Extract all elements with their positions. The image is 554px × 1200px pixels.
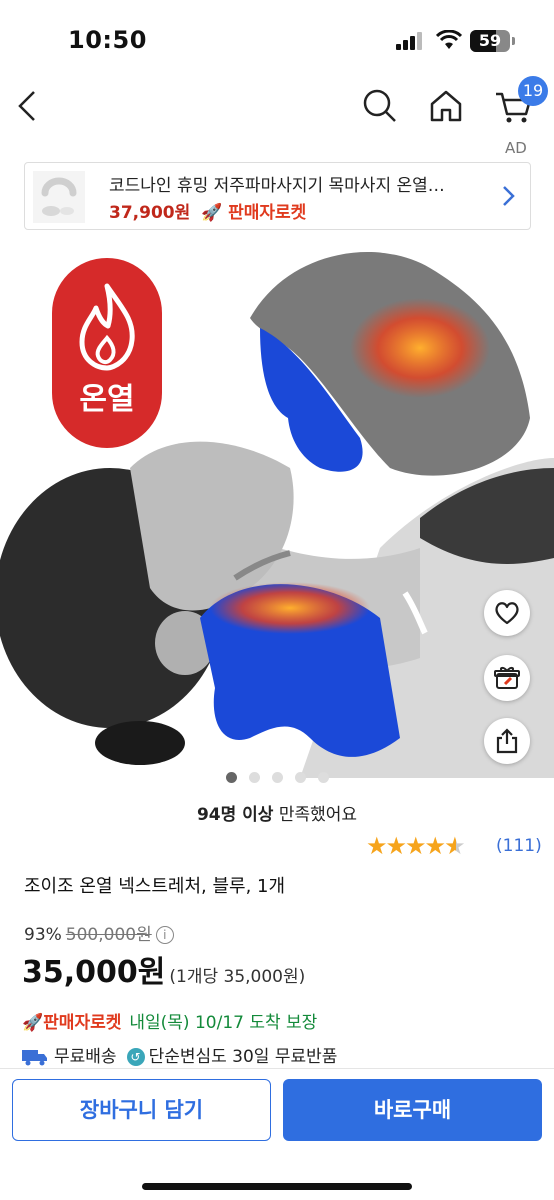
buy-now-button[interactable]: 바로구매 bbox=[283, 1079, 542, 1141]
star-icon: ★ bbox=[385, 832, 407, 860]
star-icon: ★ bbox=[366, 832, 387, 860]
product-rating[interactable]: ★★★★★ (111) bbox=[366, 832, 542, 860]
home-icon[interactable] bbox=[426, 86, 466, 126]
ad-price: 37,900원 bbox=[109, 203, 191, 223]
cart-count-badge: 19 bbox=[518, 76, 548, 106]
delivery-info: 🚀판매자로켓 내일(목) 10/17 도착 보장 bbox=[22, 1008, 317, 1033]
battery-level: 59 bbox=[478, 31, 502, 50]
arrival-date: 내일(목) 10/17 도착 보장 bbox=[129, 1013, 318, 1033]
heart-icon bbox=[495, 602, 519, 625]
ad-rocket-badge: 🚀 판매자로켓 bbox=[201, 203, 307, 223]
carousel-indicator bbox=[226, 768, 341, 783]
share-icon bbox=[496, 728, 518, 754]
wifi-icon bbox=[436, 30, 462, 49]
chevron-right-icon[interactable] bbox=[495, 183, 521, 209]
return-icon: ↺ bbox=[126, 1048, 145, 1066]
ad-label: AD bbox=[505, 139, 527, 157]
signal-icon bbox=[396, 32, 422, 50]
rocket-delivery-badge: 🚀판매자로켓 bbox=[22, 1013, 122, 1033]
carousel-dot[interactable] bbox=[295, 772, 306, 783]
back-arrow-icon[interactable] bbox=[10, 86, 50, 126]
product-image[interactable]: 온열 bbox=[0, 238, 554, 778]
status-bar: 10:50 59 bbox=[0, 0, 554, 70]
satisfaction-label: 만족했어요 bbox=[273, 805, 358, 825]
add-to-cart-button[interactable]: 장바구니 담기 bbox=[12, 1079, 271, 1141]
original-price: 500,000원 bbox=[65, 925, 152, 945]
heat-badge-text: 온열 bbox=[79, 382, 135, 417]
free-return: 단순변심도 30일 무료반품 bbox=[148, 1047, 338, 1067]
top-nav: 19 bbox=[0, 76, 554, 140]
truck-icon bbox=[22, 1050, 47, 1066]
heat-badge: 온열 bbox=[52, 258, 162, 448]
price-row: 35,000원 (1개당 35,000원) bbox=[22, 947, 305, 991]
flame-icon bbox=[79, 283, 135, 371]
carousel-dot[interactable] bbox=[272, 772, 283, 783]
satisfaction-text: 94명 이상 만족했어요 bbox=[0, 800, 554, 825]
search-icon[interactable] bbox=[360, 86, 400, 126]
gift-rocket-icon bbox=[494, 667, 520, 689]
carousel-dot[interactable] bbox=[318, 772, 329, 783]
sale-price: 35,000원 bbox=[22, 955, 166, 990]
discount-row: 93% 500,000원 i bbox=[24, 920, 174, 945]
wishlist-button[interactable] bbox=[484, 590, 530, 636]
ad-product-thumbnail bbox=[33, 171, 85, 223]
battery-icon: 59 bbox=[470, 30, 510, 52]
carousel-dot[interactable] bbox=[249, 772, 260, 783]
review-count[interactable]: (111) bbox=[496, 836, 542, 856]
unit-price: (1개당 35,000원) bbox=[169, 967, 306, 987]
ad-banner[interactable]: 코드나인 휴밍 저주파마사지기 목마사지 온열… 37,900원 🚀 판매자로켓 bbox=[24, 162, 531, 230]
discount-rate: 93% bbox=[24, 925, 62, 945]
star-icon: ★ bbox=[405, 832, 426, 860]
satisfaction-count: 94명 이상 bbox=[196, 805, 274, 825]
status-time: 10:50 bbox=[68, 26, 147, 54]
shipping-features: 무료배송 ↺ 단순변심도 30일 무료반품 bbox=[22, 1042, 337, 1067]
info-icon[interactable]: i bbox=[155, 926, 174, 944]
share-button[interactable] bbox=[484, 718, 530, 764]
home-indicator bbox=[142, 1183, 412, 1190]
star-half-icon: ★ bbox=[444, 832, 465, 860]
free-shipping: 무료배송 bbox=[54, 1047, 117, 1067]
ad-title: 코드나인 휴밍 저주파마사지기 목마사지 온열… bbox=[109, 176, 445, 196]
gift-button[interactable] bbox=[484, 655, 530, 701]
bottom-action-bar: 장바구니 담기 바로구매 bbox=[0, 1068, 554, 1200]
star-icon: ★ bbox=[424, 832, 446, 860]
product-title: 조이조 온열 넥스트레처, 블루, 1개 bbox=[24, 876, 286, 897]
carousel-dot-active[interactable] bbox=[226, 772, 237, 783]
